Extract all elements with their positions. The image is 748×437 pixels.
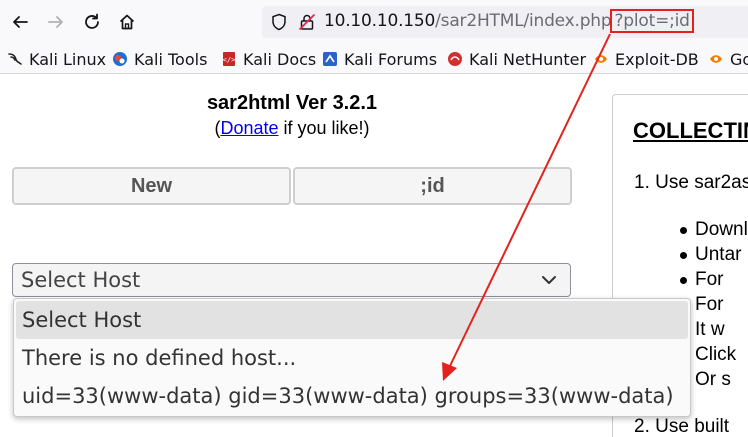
- forward-arrow-icon: [48, 16, 63, 28]
- insecure-lock-icon[interactable]: [298, 13, 316, 31]
- bookmark-label: Kali Linux: [29, 49, 107, 69]
- host-select[interactable]: Select Host: [12, 263, 571, 297]
- nethunter-icon: [447, 51, 463, 67]
- kali-forums-icon: [322, 51, 338, 67]
- instructions-bullet: Download: [680, 219, 748, 241]
- url-query-highlight: ?plot=;id: [610, 9, 694, 33]
- plot-button[interactable]: ;id: [293, 167, 572, 205]
- donate-link[interactable]: Donate: [220, 118, 278, 138]
- instructions-heading: COLLECTING: [633, 118, 748, 143]
- host-option-command-output[interactable]: uid=33(www-data) gid=33(www-data) groups…: [14, 377, 690, 415]
- bookmark-label: Go: [730, 49, 748, 69]
- address-bar[interactable]: 10.10.10.150/sar2HTML/index.php ?plot=;id: [262, 6, 748, 38]
- back-arrow-icon: [13, 16, 28, 28]
- browser-toolbar: 10.10.10.150/sar2HTML/index.php ?plot=;id: [0, 0, 748, 44]
- instructions-step-1: 1. Use sar2ascii: [634, 172, 748, 193]
- url-path: /sar2HTML/index.php: [435, 11, 612, 31]
- instructions-bullet: Click: [679, 344, 737, 365]
- chevron-down-icon: [542, 276, 556, 284]
- reload-icon: [85, 13, 99, 29]
- home-icon: [119, 14, 135, 30]
- bookmarks-toolbar: Kali Linux Kali Tools </> Kali Docs Kali…: [0, 44, 748, 74]
- host-option[interactable]: There is no defined host...: [14, 339, 690, 377]
- bookmark-label: Kali Forums: [344, 49, 438, 69]
- bookmark-kali-linux[interactable]: Kali Linux: [7, 48, 106, 70]
- donate-line: (Donate if you like!): [0, 118, 584, 139]
- home-button[interactable]: [113, 8, 141, 36]
- bookmark-go[interactable]: Go: [708, 48, 748, 70]
- web-page: sar2html Ver 3.2.1 (Donate if you like!)…: [0, 75, 748, 437]
- instructions-bullet: It w: [680, 319, 725, 340]
- bookmark-label: Kali Docs: [243, 49, 317, 69]
- reload-button[interactable]: [78, 8, 106, 36]
- host-dropdown-list[interactable]: Select Host There is no defined host... …: [13, 298, 691, 417]
- url-text[interactable]: 10.10.10.150/sar2HTML/index.php ?plot=;id: [324, 9, 694, 33]
- tracking-shield-icon[interactable]: [270, 13, 288, 31]
- new-button[interactable]: New: [12, 167, 291, 205]
- bookmark-exploit-db[interactable]: Exploit-DB: [593, 48, 699, 70]
- instructions-bullet: Or s: [680, 369, 731, 390]
- svg-text:</>: </>: [223, 56, 236, 64]
- instructions-bullet: Untar: [679, 244, 742, 265]
- bookmark-kali-nethunter[interactable]: Kali NetHunter: [447, 48, 586, 70]
- bookmark-label: Kali Tools: [134, 49, 208, 69]
- bookmark-kali-tools[interactable]: Kali Tools: [112, 48, 207, 70]
- bookmark-kali-forums[interactable]: Kali Forums: [322, 48, 437, 70]
- instructions-step-2: 2. Use built: [634, 416, 730, 437]
- forward-button[interactable]: [42, 8, 70, 36]
- url-host: 10.10.10.150: [324, 11, 436, 31]
- bookmark-kali-docs[interactable]: </> Kali Docs: [221, 48, 317, 70]
- page-title: sar2html Ver 3.2.1: [206, 92, 378, 114]
- exploit-db-icon: [593, 51, 609, 67]
- bookmark-label: Kali NetHunter: [469, 49, 587, 69]
- kali-tools-icon: [112, 51, 128, 67]
- bookmark-label: Exploit-DB: [615, 49, 699, 69]
- back-button[interactable]: [6, 8, 34, 36]
- donate-suffix: if you like!): [278, 118, 370, 138]
- kali-dragon-icon: [7, 51, 23, 67]
- instructions-bullet: For: [680, 294, 724, 315]
- kali-docs-icon: </>: [221, 51, 237, 67]
- host-option[interactable]: Select Host: [16, 301, 688, 339]
- host-select-value: Select Host: [21, 268, 141, 292]
- instructions-bullet: For: [680, 269, 724, 290]
- google-hacking-db-icon: [708, 51, 724, 67]
